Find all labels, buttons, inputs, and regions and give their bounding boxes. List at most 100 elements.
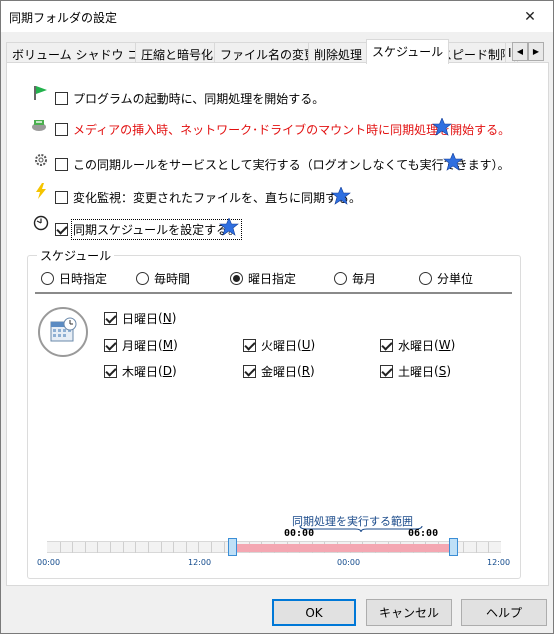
gear-icon [35,154,47,166]
radio-button[interactable] [334,271,347,285]
option-label: 同期スケジュールを設定する。 [70,218,243,240]
radio-button[interactable] [419,271,432,285]
radio-hourly[interactable]: 毎時間 [136,269,190,287]
checkbox[interactable] [55,222,68,236]
radio-label: 分単位 [437,271,474,286]
radio-label: 毎月 [352,271,377,286]
timeline-tick [160,542,162,553]
day-saturday[interactable]: 土曜日(S) [380,362,451,380]
star-icon [219,218,239,236]
day-accelerator: N [162,311,172,325]
option-start-on-launch[interactable]: プログラムの起動時に、同期処理を開始する。 [55,89,324,107]
timeline-tick [173,542,175,553]
option-label: プログラムの起動時に、同期処理を開始する。 [73,91,325,106]
timeline-tick [198,542,200,553]
ok-button[interactable]: OK [272,599,356,626]
checkbox[interactable] [380,338,393,352]
timeline-tick [84,542,86,553]
axis-label: 00:00 [337,558,361,567]
option-label: 変化監視：変更されたファイルを、直ちに同期する。 [73,190,362,205]
axis-label: 00:00 [37,558,61,567]
radio-button[interactable] [41,271,54,285]
day-friday[interactable]: 金曜日(R) [243,362,315,380]
tab-rename[interactable]: ファイル名の変更 [214,42,323,63]
cancel-button[interactable]: キャンセル [366,599,452,626]
radio-datetime[interactable]: 日時指定 [41,269,107,287]
radio-label: 毎時間 [154,271,191,286]
star-icon [432,118,452,136]
option-watch-changes[interactable]: 変化監視：変更されたファイルを、直ちに同期する。 [55,188,361,206]
day-tuesday[interactable]: 火曜日(U) [243,336,315,354]
range-end-handle[interactable] [449,538,459,556]
star-icon [331,187,351,205]
timeline-tick [210,542,212,553]
selected-range [232,544,453,552]
timeline-tick [475,542,477,553]
lightning-icon [36,183,46,199]
timeline-tick [147,542,149,553]
checkbox[interactable] [55,91,68,105]
day-label: 日曜日 [122,311,159,326]
checkbox[interactable] [55,157,68,171]
day-accelerator: R [301,364,311,378]
green-flag-icon [34,86,47,100]
radio-minutes[interactable]: 分単位 [419,269,473,287]
day-accelerator: D [162,364,172,378]
timeline-tick [122,542,124,553]
checkbox[interactable] [55,122,68,136]
calendar-icon [38,307,88,357]
day-accelerator: M [162,338,174,352]
day-label: 火曜日 [261,338,298,353]
radio-label: 日時指定 [59,271,108,286]
clock-icon [33,215,49,231]
day-thursday[interactable]: 木曜日(D) [104,362,177,380]
time-range-slider[interactable] [47,538,501,556]
settings-dialog: 同期フォルダの設定 ✕ ボリューム シャドウ コピー 圧縮と暗号化 ファイル名の… [0,0,554,634]
range-start-handle[interactable] [227,538,237,556]
timeline-tick [59,542,61,553]
divider [35,292,512,294]
timeline-tick [223,542,225,553]
timeline-tick [488,542,490,553]
day-monday[interactable]: 月曜日(M) [104,336,178,354]
range-brace [299,525,423,533]
timeline-tick [463,542,465,553]
star-icon [443,153,463,171]
checkbox[interactable] [243,364,256,378]
title-bar: 同期フォルダの設定 ✕ [1,1,553,32]
checkbox[interactable] [104,338,117,352]
radio-weekday[interactable]: 曜日指定 [230,269,296,287]
axis-label: 12:00 [188,558,212,567]
day-label: 木曜日 [122,364,159,379]
checkbox[interactable] [55,190,68,204]
tab-scroll-right-icon[interactable]: ▶ [528,42,544,61]
tab-scroll-left-icon[interactable]: ◀ [512,42,528,61]
radio-label: 曜日指定 [248,271,297,286]
checkbox[interactable] [243,338,256,352]
day-accelerator: W [438,338,451,352]
day-sunday[interactable]: 日曜日(N) [104,309,176,327]
day-label: 水曜日 [398,338,435,353]
checkbox[interactable] [104,364,117,378]
radio-button[interactable] [230,271,243,285]
tab-schedule[interactable]: スケジュール [366,39,450,64]
window-title: 同期フォルダの設定 [9,11,118,25]
tab-delete[interactable]: 削除処理 [308,42,369,63]
checkbox[interactable] [380,364,393,378]
day-accelerator: U [301,338,311,352]
day-wednesday[interactable]: 水曜日(W) [380,336,455,354]
range-start-time: 00:00 [284,528,315,539]
tab-compression-encryption[interactable]: 圧縮と暗号化 [135,42,220,63]
day-label: 月曜日 [122,338,159,353]
close-icon[interactable]: ✕ [507,1,553,32]
day-label: 土曜日 [398,364,435,379]
help-button[interactable]: ヘルプ [461,599,547,626]
timeline-tick [72,542,74,553]
radio-button[interactable] [136,271,149,285]
media-insert-icon [32,120,46,131]
option-enable-schedule[interactable]: 同期スケジュールを設定する。 [55,218,243,240]
schedule-group [27,255,521,579]
radio-monthly[interactable]: 毎月 [334,269,376,287]
checkbox[interactable] [104,311,117,325]
range-end-time: 06:00 [408,528,439,539]
